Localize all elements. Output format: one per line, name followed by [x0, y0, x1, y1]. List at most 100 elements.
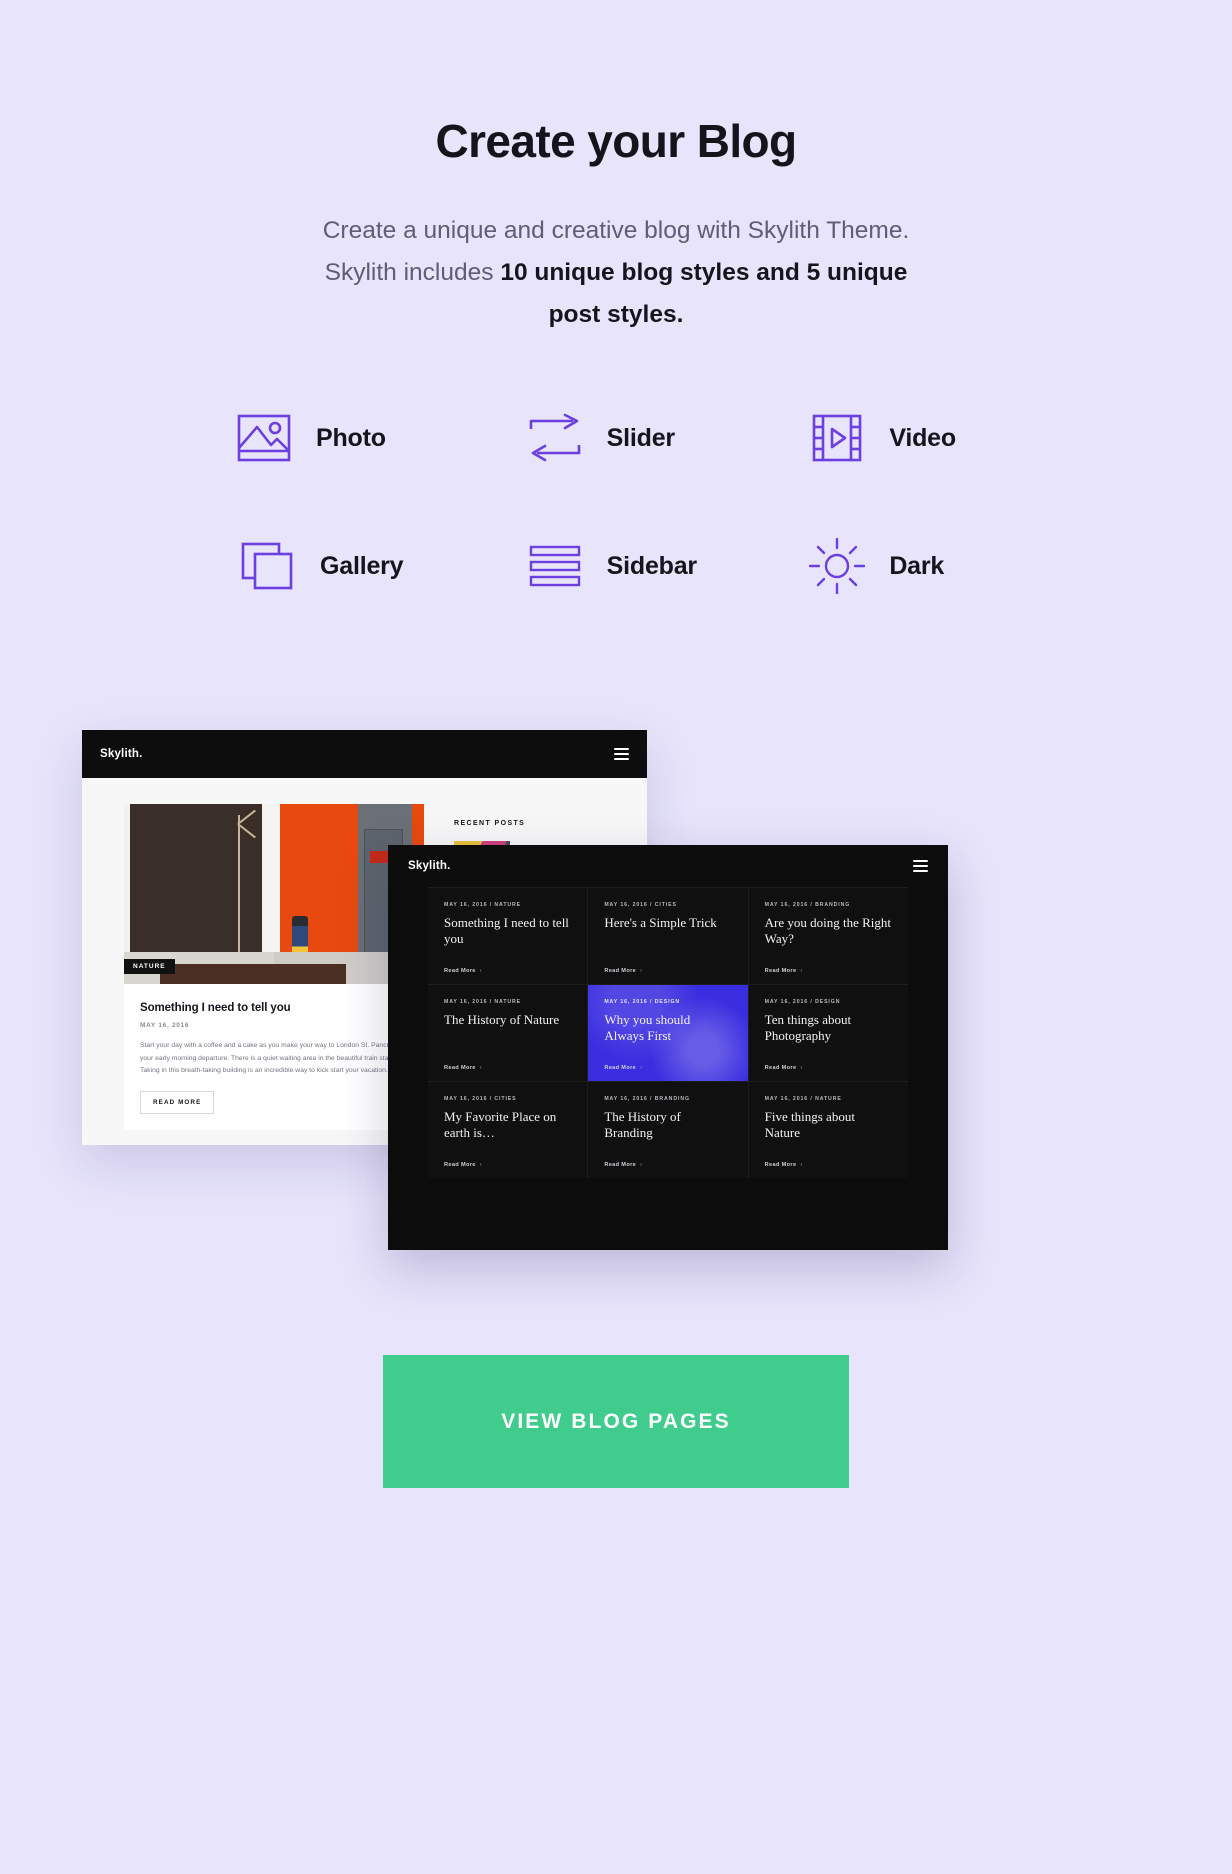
read-more-label: Read More — [764, 1162, 797, 1168]
feature-label: Photo — [316, 423, 386, 452]
post-card[interactable]: MAY 16, 2016 / NATURE The History of Natu… — [428, 985, 588, 1081]
post-card-header: MAY 16, 2016 / DESIGN Ten things about Ph… — [765, 999, 892, 1044]
hero-subtitle: Create a unique and creative blog with S… — [296, 210, 936, 336]
view-blog-pages-button[interactable]: VIEW BLOG PAGES — [383, 1355, 849, 1488]
hamburger-icon[interactable] — [614, 748, 629, 760]
read-more-link[interactable]: Read More › — [444, 1162, 571, 1168]
post-title: Something I need to tell you — [444, 915, 569, 947]
post-title: Why you should Always First — [604, 1012, 691, 1044]
post-card-header: MAY 16, 2016 / NATURE Something I need to… — [444, 902, 571, 947]
feature-item-dark[interactable]: Dark — [749, 536, 1016, 596]
post-card[interactable]: MAY 16, 2016 / CITIES My Favorite Place o… — [428, 1082, 588, 1178]
article-date: MAY 16, 2016 — [140, 1022, 190, 1029]
post-card-header: MAY 16, 2016 / CITIES Here's a Simple Tri… — [604, 902, 731, 931]
read-more-label: Read More — [444, 1162, 476, 1168]
post-meta: MAY 16, 2016 / DESIGN — [764, 999, 841, 1005]
post-card[interactable]: MAY 16, 2016 / BRANDING Are you doing the… — [748, 888, 908, 984]
post-card-header: MAY 16, 2016 / NATURE Five things about N… — [765, 1096, 892, 1141]
light-mockup-logo: Skylith. — [100, 748, 143, 760]
post-card[interactable]: MAY 16, 2016 / DESIGN Why you should Alwa… — [588, 985, 748, 1081]
feature-label: Dark — [889, 551, 945, 580]
read-more-label: Read More — [444, 1065, 476, 1071]
read-more-link[interactable]: Read More › — [604, 1162, 731, 1168]
article-excerpt: Start your day with a coffee and a cake … — [140, 1042, 406, 1075]
feature-label: Video — [889, 423, 956, 452]
light-mockup-article-column: NATURE Something I need to tell you MAY … — [124, 804, 424, 1145]
read-more-label: Read More — [764, 968, 797, 974]
post-title: Five things about Nature — [764, 1109, 855, 1141]
chevron-right-icon: › — [800, 1065, 803, 1071]
read-more-label: Read More — [604, 1162, 637, 1168]
post-card[interactable]: MAY 16, 2016 / CITIES Here's a Simple Tri… — [588, 888, 748, 984]
post-meta: MAY 16, 2016 / NATURE — [444, 902, 522, 908]
slider-icon — [525, 408, 585, 468]
article-body: Something I need to tell you MAY 16, 201… — [124, 984, 424, 1130]
chevron-right-icon: › — [479, 1162, 482, 1168]
feature-item-slider[interactable]: Slider — [483, 408, 750, 468]
post-meta: MAY 16, 2016 / CITIES — [604, 902, 677, 908]
dark-blog-mockup[interactable]: Skylith. MAY 16, 2016 / NATURE Something … — [388, 845, 948, 1250]
feature-list: Photo Slider Video Gallery Sidebar Dark — [216, 408, 1016, 596]
sidebar-icon — [525, 536, 585, 596]
chevron-right-icon: › — [800, 968, 803, 974]
post-meta: MAY 16, 2016 / NATURE — [444, 999, 522, 1005]
photo-icon — [234, 408, 294, 468]
article-featured-image: NATURE — [124, 804, 424, 984]
sidebar-heading: RECENT POSTS — [454, 820, 526, 827]
post-title: Here's a Simple Trick — [604, 915, 717, 930]
page-title: Create your Blog — [435, 115, 797, 167]
post-meta: MAY 16, 2016 / CITIES — [444, 1096, 517, 1102]
feature-item-gallery[interactable]: Gallery — [216, 536, 483, 596]
post-card-header: MAY 16, 2016 / NATURE The History of Natu… — [444, 999, 571, 1028]
feature-item-sidebar[interactable]: Sidebar — [483, 536, 750, 596]
post-card[interactable]: MAY 16, 2016 / NATURE Something I need to… — [428, 888, 588, 984]
chevron-right-icon: › — [640, 968, 643, 974]
post-title: Are you doing the Right Way? — [764, 915, 892, 947]
cta-section: VIEW BLOG PAGES — [0, 1355, 1232, 1488]
post-title: The History of Nature — [444, 1012, 560, 1027]
chevron-right-icon: › — [640, 1162, 643, 1168]
post-card[interactable]: MAY 16, 2016 / NATURE Five things about N… — [748, 1082, 908, 1178]
read-more-link[interactable]: Read More › — [444, 1065, 571, 1071]
post-meta: MAY 16, 2016 / NATURE — [764, 1096, 842, 1102]
read-more-link[interactable]: Read More › — [604, 1065, 731, 1071]
post-card-header: MAY 16, 2016 / CITIES My Favorite Place o… — [444, 1096, 571, 1141]
chevron-right-icon: › — [479, 968, 482, 974]
read-more-link[interactable]: Read More › — [765, 1162, 892, 1168]
gallery-icon — [238, 536, 298, 596]
read-more-label: Read More — [444, 968, 476, 974]
chevron-right-icon: › — [640, 1065, 643, 1071]
post-card[interactable]: MAY 16, 2016 / BRANDING The History of Br… — [588, 1082, 748, 1178]
post-meta: MAY 16, 2016 / BRANDING — [764, 902, 851, 908]
read-more-button[interactable]: READ MORE — [140, 1090, 215, 1114]
read-more-label: Read More — [604, 968, 637, 974]
dark-mockup-logo: Skylith. — [408, 860, 451, 872]
post-meta: MAY 16, 2016 / DESIGN — [604, 999, 681, 1005]
chevron-right-icon: › — [479, 1065, 482, 1071]
post-title: Ten things about Photography — [764, 1012, 852, 1044]
post-title: My Favorite Place on earth is… — [444, 1109, 557, 1141]
read-more-link[interactable]: Read More › — [765, 968, 892, 974]
hamburger-icon[interactable] — [913, 860, 928, 872]
feature-label: Gallery — [320, 551, 404, 580]
category-tag: NATURE — [124, 959, 175, 974]
dark-mockup-topbar: Skylith. — [388, 845, 948, 887]
read-more-label: Read More — [604, 1065, 637, 1071]
hero-section: Create your Blog Create a unique and cre… — [0, 0, 1232, 336]
post-card[interactable]: MAY 16, 2016 / DESIGN Ten things about Ph… — [748, 985, 908, 1081]
feature-item-photo[interactable]: Photo — [216, 408, 483, 468]
read-more-link[interactable]: Read More › — [604, 968, 731, 974]
article-title: Something I need to tell you — [140, 1002, 291, 1014]
read-more-link[interactable]: Read More › — [765, 1065, 892, 1071]
post-card-header: MAY 16, 2016 / BRANDING The History of Br… — [604, 1096, 731, 1141]
read-more-link[interactable]: Read More › — [444, 968, 571, 974]
hero-subtitle-bold: 10 unique blog styles and 5 unique post … — [500, 259, 908, 329]
feature-label: Sidebar — [606, 551, 698, 580]
feature-item-video[interactable]: Video — [749, 408, 1016, 468]
feature-label: Slider — [606, 423, 675, 452]
post-title: The History of Branding — [604, 1109, 681, 1141]
light-mockup-topbar: Skylith. — [82, 730, 647, 778]
read-more-label: Read More — [764, 1065, 797, 1071]
post-card-header: MAY 16, 2016 / BRANDING Are you doing the… — [765, 902, 892, 947]
post-card-header: MAY 16, 2016 / DESIGN Why you should Alwa… — [604, 999, 731, 1044]
